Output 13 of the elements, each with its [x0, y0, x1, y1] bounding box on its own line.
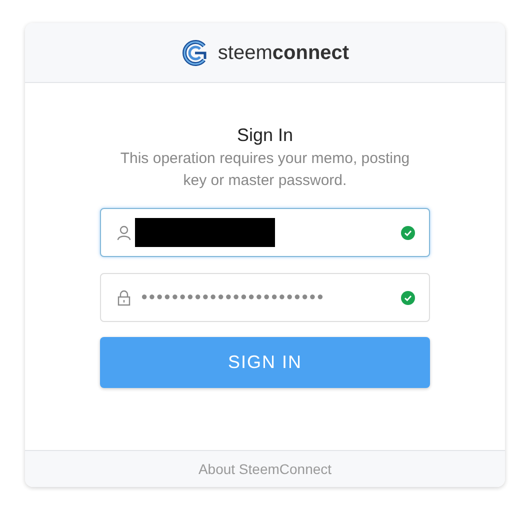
check-icon	[401, 290, 415, 304]
logo-icon	[180, 38, 209, 66]
password-field[interactable]: ●●●●●●●●●●●●●●●●●●●●●●●●	[100, 273, 430, 322]
username-field[interactable]	[100, 208, 430, 257]
password-dots: ●●●●●●●●●●●●●●●●●●●●●●●●	[141, 290, 324, 306]
logo-text: steemconnect	[218, 40, 350, 66]
about-link[interactable]: About SteemConnect	[198, 458, 332, 480]
user-icon	[117, 224, 131, 240]
check-icon	[401, 226, 415, 240]
subtitle: This operation requires your memo, posting key or master password.	[119, 149, 411, 191]
lock-icon	[117, 290, 131, 306]
title: Sign In	[236, 124, 294, 147]
sign-in-button[interactable]: SIGN IN	[100, 337, 430, 388]
